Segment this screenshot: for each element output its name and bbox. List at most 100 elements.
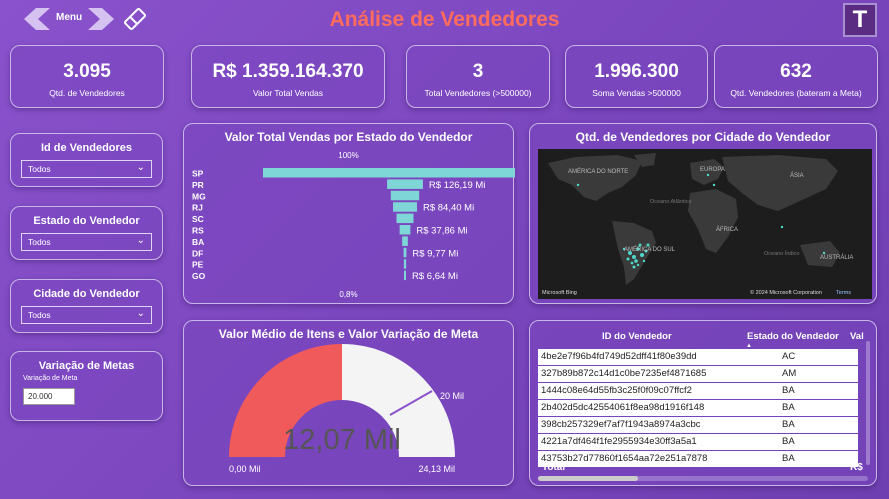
kpi-card-soma-vendas: 1.996.300 Soma Vendas >500000 — [565, 45, 708, 108]
funnel-bar-rj[interactable] — [393, 202, 417, 212]
table-row[interactable]: 4be2e7f96b4fd749d52dff41f80e39dd AC — [538, 349, 858, 365]
map-card: Qtd. de Vendedores por Cidade do Vendedo… — [529, 123, 877, 304]
chart-title: Valor Total Vendas por Estado do Vendedo… — [224, 130, 473, 144]
total-value: R$ — [850, 462, 863, 473]
table-row[interactable]: 327b89b872c14d1c0be7235ef4871685 AM — [538, 366, 858, 382]
column-header-estado[interactable]: Estado do Vendedor — [747, 331, 839, 342]
cell-state: BA — [782, 436, 795, 447]
kpi-value: 3.095 — [63, 61, 111, 82]
scrollbar-thumb[interactable] — [538, 476, 638, 481]
funnel-chart-card: Valor Total Vendas por Estado do Vendedo… — [183, 123, 515, 304]
filter-title: Estado do Vendedor — [33, 215, 140, 227]
funnel-category-label: PE — [192, 260, 204, 270]
kpi-value: R$ 1.359.164.370 — [212, 61, 364, 82]
map-label: AUSTRÁLIA — [820, 254, 853, 261]
cell-state: AM — [782, 368, 797, 379]
funnel-bar-df[interactable] — [403, 247, 407, 258]
table-row[interactable]: 2b402d5dc42554061f8ea98d1916f148 BA — [538, 400, 858, 416]
cell-id: 327b89b872c14d1c0be7235ef4871685 — [541, 368, 707, 379]
vendor-table-card: ID do Vendedor Estado do Vendedor ▲ Val … — [529, 320, 877, 486]
funnel-bar-pr[interactable] — [387, 179, 423, 189]
cell-state: BA — [782, 402, 795, 413]
funnel-bar-sp[interactable] — [263, 168, 515, 178]
meta-input-label: Variação de Meta — [23, 375, 78, 382]
chart-title: Qtd. de Vendedores por Cidade do Vendedo… — [575, 130, 831, 144]
bing-logo: Microsoft Bing — [542, 290, 577, 296]
funnel-top-label: 100% — [338, 151, 359, 160]
kpi-label: Valor Total Vendas — [252, 88, 324, 98]
cell-id: 2b402d5dc42554061f8ea98d1916f148 — [541, 402, 705, 413]
gauge-min-label: 0,00 Mil — [229, 464, 261, 474]
table-row[interactable]: 4221a7df464f1fe2955934e30ff3a5a1 BA — [538, 434, 858, 450]
funnel-bar-sc[interactable] — [396, 213, 414, 224]
cell-id: 1444c08e64d55fb3c25f0f09c07ffcf2 — [541, 385, 692, 396]
funnel-category-label: SC — [192, 214, 204, 224]
funnel-category-label: PR — [192, 180, 204, 190]
horizontal-scrollbar[interactable] — [538, 476, 868, 481]
cell-id: 4be2e7f96b4fd749d52dff41f80e39dd — [541, 351, 697, 362]
total-label: Total — [542, 462, 566, 473]
gauge-target-label: 20 Mil — [440, 391, 464, 401]
map-label: EUROPA — [700, 167, 725, 173]
kpi-value: 632 — [780, 61, 812, 82]
gauge-card: Valor Médio de Itens e Valor Variação de… — [183, 320, 514, 486]
funnel-bar-go[interactable] — [404, 270, 406, 281]
kpi-card-qtd-vendedores: 3.095 Qtd. de Vendedores — [10, 45, 164, 108]
dropdown-value: Todos — [28, 164, 51, 174]
funnel-bar-ba[interactable] — [402, 236, 408, 246]
cell-state: BA — [782, 453, 795, 464]
kpi-value: 1.996.300 — [594, 61, 679, 82]
filter-title: Cidade do Vendedor — [33, 288, 140, 300]
funnel-category-label: BA — [192, 237, 204, 247]
map-label: AMÉRICA DO SUL — [624, 246, 676, 253]
variacao-meta-input[interactable]: 20.000 — [23, 388, 75, 405]
cell-id: 398cb257329ef7af7f1943a8974a3cbc — [541, 419, 701, 430]
funnel-category-label: GO — [192, 271, 206, 281]
world-map[interactable]: AMÉRICA DO NORTE EUROPA ÁSIA Oceano Atlâ… — [538, 149, 872, 299]
funnel-data-label: R$ 84,40 Mi — [423, 203, 474, 214]
estado-vendedor-dropdown[interactable]: Todos ⌄ — [21, 233, 152, 251]
map-label: ÁFRICA — [716, 226, 738, 233]
filter-id-vendedores: Id de Vendedores Todos ⌄ — [10, 133, 163, 187]
kpi-card-valor-total: R$ 1.359.164.370 Valor Total Vendas — [191, 45, 385, 108]
funnel-bar-mg[interactable] — [390, 190, 420, 201]
map-label: AMÉRICA DO NORTE — [568, 168, 628, 175]
funnel-category-label: DF — [192, 248, 203, 258]
logo: T — [843, 3, 877, 37]
cell-state: BA — [782, 385, 795, 396]
kpi-label: Total Vendedores (>500000) — [424, 88, 532, 98]
id-vendedores-dropdown[interactable]: Todos ⌄ — [21, 160, 152, 178]
vertical-scrollbar[interactable] — [866, 341, 870, 465]
chevron-down-icon: ⌄ — [136, 162, 145, 173]
table-row[interactable]: 398cb257329ef7af7f1943a8974a3cbc BA — [538, 417, 858, 433]
cell-state: AC — [782, 351, 796, 362]
table-row[interactable]: 43753b27d77860f1654aa72e251a7878 BA — [538, 451, 858, 467]
column-header-id[interactable]: ID do Vendedor — [602, 331, 672, 342]
map-terms-link[interactable]: Terms — [836, 290, 851, 296]
table-row[interactable]: 1444c08e64d55fb3c25f0f09c07ffcf2 BA — [538, 383, 858, 399]
funnel-category-label: MG — [192, 191, 206, 201]
map-credit: © 2024 Microsoft Corporation — [750, 289, 822, 296]
dropdown-value: Todos — [28, 310, 51, 320]
kpi-value: 3 — [472, 61, 484, 82]
funnel-bar-pe[interactable] — [403, 259, 407, 269]
funnel-category-label: RS — [192, 226, 204, 236]
kpi-label: Soma Vendas >500000 — [592, 88, 681, 98]
filter-title: Variação de Metas — [38, 360, 135, 372]
funnel-data-label: R$ 6,64 Mi — [412, 271, 458, 282]
funnel-bottom-label: 0,8% — [339, 290, 358, 299]
cidade-vendedor-dropdown[interactable]: Todos ⌄ — [21, 306, 152, 324]
kpi-card-bateram-meta: 632 Qtd. Vendedores (bateram a Meta) — [714, 45, 878, 108]
filter-estado-vendedor: Estado do Vendedor Todos ⌄ — [10, 206, 163, 260]
filter-cidade-vendedor: Cidade do Vendedor Todos ⌄ — [10, 279, 163, 333]
chevron-down-icon: ⌄ — [136, 308, 145, 319]
funnel-data-label: R$ 9,77 Mi — [412, 248, 458, 259]
gauge-value: 12,07 Mil — [283, 424, 401, 456]
funnel-chart: SPPR R$ 126,19 Mi MG RJ R$ 84,40 Mi SC RS R$ 37… — [192, 168, 515, 282]
column-header-valor[interactable]: Val — [850, 331, 864, 342]
funnel-bar-rs[interactable] — [399, 225, 411, 235]
cell-id: 43753b27d77860f1654aa72e251a7878 — [541, 453, 708, 464]
gauge-chart: 12,07 Mil 0,00 Mil 24,13 Mil 20 Mil — [229, 344, 464, 474]
kpi-label: Qtd. de Vendedores — [49, 88, 125, 98]
map-label: Oceano Atlântico — [650, 199, 692, 205]
